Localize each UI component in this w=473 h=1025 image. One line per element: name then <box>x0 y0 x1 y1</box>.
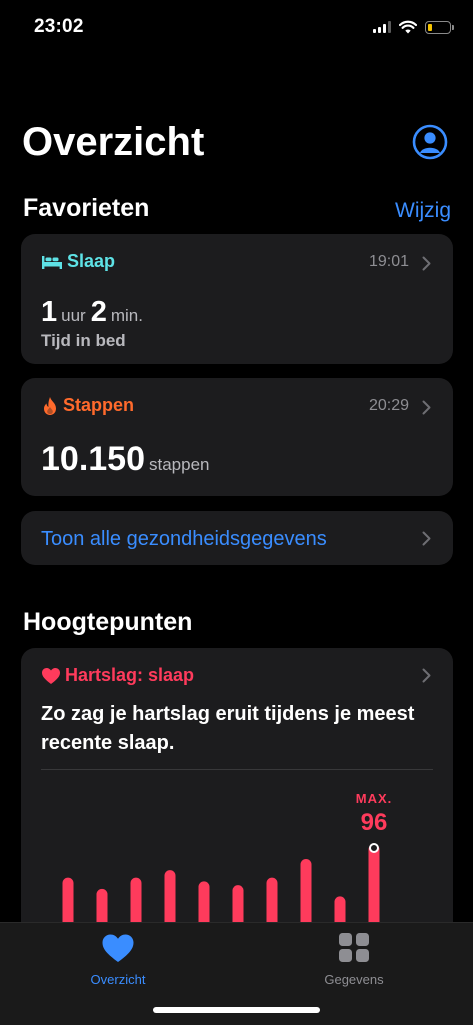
chart-max-label: MAX. <box>356 791 393 806</box>
sleep-time: 19:01 <box>368 253 409 270</box>
tab-overzicht-label: Overzicht <box>90 972 146 987</box>
highlights-title: Hoogtepunten <box>23 608 193 636</box>
tab-overzicht[interactable]: Overzicht <box>58 933 178 987</box>
steps-value: 10.150 <box>41 440 145 478</box>
steps-time: 20:29 <box>368 397 409 414</box>
bed-icon <box>42 255 62 269</box>
sleep-label: Slaap <box>67 251 116 271</box>
sleep-hours: 1 <box>41 296 58 328</box>
status-bar: 23:02 <box>0 0 473 56</box>
show-all-health-data-button[interactable]: Toon alle gezondheidsgegevens <box>21 511 453 565</box>
sleep-card[interactable]: Slaap 19:01 1 uur 2 min. Tijd in bed <box>21 234 453 364</box>
page-title: Overzicht <box>22 120 205 164</box>
status-icons <box>373 18 454 36</box>
steps-card-header: Stappen <box>41 395 134 416</box>
tab-gegevens[interactable]: Gegevens <box>294 933 414 987</box>
heart-rate-highlight-card[interactable]: Hartslag: slaap Zo zag je hartslag eruit… <box>21 648 453 958</box>
heart-description: Zo zag je hartslag eruit tijdens je mees… <box>41 703 415 754</box>
steps-card[interactable]: Stappen 20:29 10.150 stappen <box>21 378 453 496</box>
chart-max-value: 96 <box>361 809 388 836</box>
sleep-subtitle: Tijd in bed <box>41 331 126 350</box>
chevron-right-icon <box>422 531 431 546</box>
person-circle-icon[interactable] <box>412 124 448 160</box>
chevron-right-icon <box>422 256 431 271</box>
sleep-value: 1 uur 2 min. <box>41 296 148 329</box>
favorites-title: Favorieten <box>23 194 150 222</box>
heart-icon <box>42 667 60 684</box>
sleep-hours-unit: uur <box>61 306 86 325</box>
tab-gegevens-label: Gegevens <box>324 972 384 987</box>
chart-bar <box>300 858 312 930</box>
cellular-signal-icon <box>373 21 391 33</box>
sleep-minutes-unit: min. <box>110 306 143 325</box>
battery-level <box>428 23 432 31</box>
steps-label: Stappen <box>63 395 135 415</box>
chart-bar <box>368 844 380 930</box>
heart-label: Hartslag: slaap <box>65 665 195 685</box>
home-indicator <box>153 1007 320 1013</box>
heart-rate-chart: MAX. 96 <box>62 791 393 930</box>
show-all-label: Toon alle gezondheidsgegevens <box>41 528 327 550</box>
chart-max-marker <box>369 843 379 853</box>
edit-favorites-link[interactable]: Wijzig <box>395 199 451 223</box>
status-time: 23:02 <box>34 16 84 37</box>
heart-icon <box>102 934 134 962</box>
battery-icon <box>425 20 454 34</box>
chart-bars <box>62 843 380 930</box>
chevron-right-icon <box>422 668 431 683</box>
sleep-card-header: Slaap <box>41 251 115 272</box>
heart-card-header: Hartslag: slaap <box>41 665 194 686</box>
steps-unit: stappen <box>149 455 210 474</box>
sleep-minutes: 2 <box>90 296 107 328</box>
grid-icon <box>339 933 369 962</box>
chevron-right-icon <box>422 400 431 415</box>
flame-icon <box>44 396 56 415</box>
wifi-icon <box>399 20 417 34</box>
steps-value-row: 10.150 stappen <box>41 440 215 479</box>
